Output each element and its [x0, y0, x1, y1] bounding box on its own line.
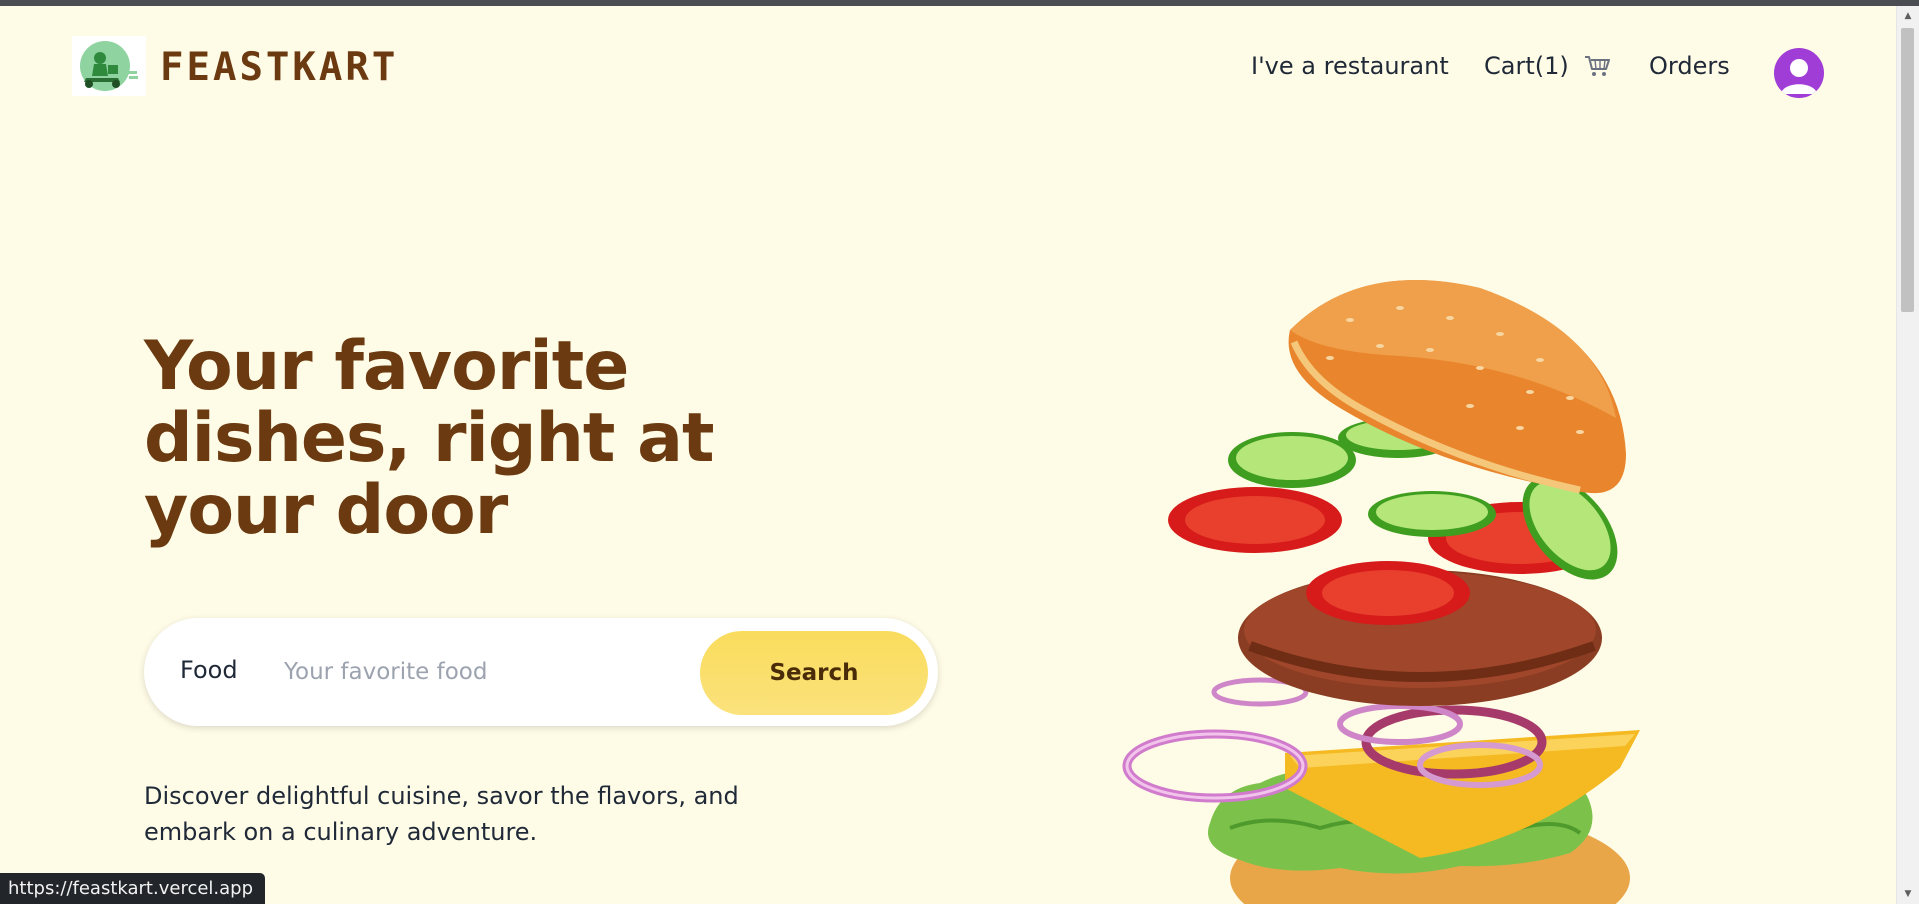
nav-cart-link[interactable]: Cart(1)	[1484, 52, 1611, 80]
burger-illustration	[1122, 280, 1640, 904]
user-avatar[interactable]	[1774, 48, 1824, 98]
search-label: Food	[180, 656, 238, 684]
user-avatar-icon	[1781, 59, 1817, 94]
shopping-cart-icon	[1585, 56, 1611, 76]
page: FEASTKART I've a restaurant Cart(1) Orde…	[0, 6, 1897, 904]
scroll-up-arrow-icon[interactable]: ▲	[1897, 6, 1919, 26]
status-bar-url: https://feastkart.vercel.app	[0, 873, 266, 904]
search-box: Food Search	[144, 618, 938, 726]
vertical-scrollbar[interactable]: ▲ ▼	[1896, 6, 1919, 904]
brand-name[interactable]: FEASTKART	[160, 48, 398, 87]
hero-description: Discover delightful cuisine, savor the f…	[144, 782, 739, 846]
nav-orders-link[interactable]: Orders	[1649, 54, 1730, 78]
cart-label: Cart(1)	[1484, 52, 1569, 80]
delivery-rider-icon	[84, 52, 138, 88]
hero-title: Your favorite dishes, right at your door	[144, 327, 714, 550]
scroll-down-arrow-icon[interactable]: ▼	[1897, 884, 1919, 904]
search-input[interactable]	[284, 652, 694, 692]
brand-logo[interactable]	[72, 36, 146, 96]
search-button[interactable]: Search	[700, 631, 928, 715]
nav-restaurant-link[interactable]: I've a restaurant	[1251, 54, 1449, 78]
scrollbar-thumb[interactable]	[1901, 28, 1914, 312]
